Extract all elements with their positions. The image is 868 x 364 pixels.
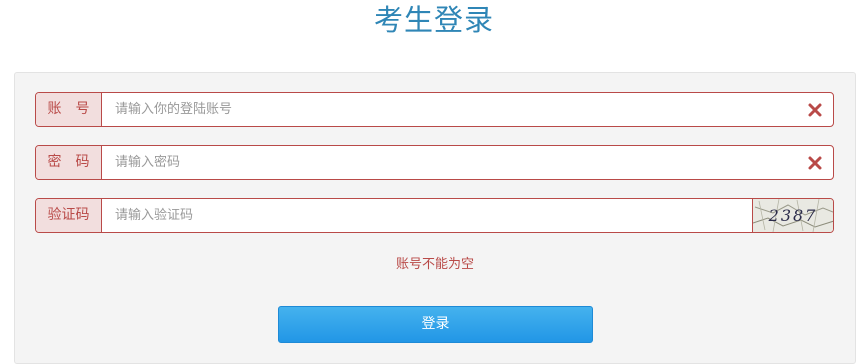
captcha-label: 验证码: [36, 199, 102, 232]
password-label: 密 码: [36, 146, 102, 179]
captcha-text: 2387: [768, 206, 818, 225]
account-field-group: 账 号: [35, 92, 834, 127]
login-panel: 账 号 密 码 验证码 2387 账号不能为空 登录: [14, 72, 856, 364]
password-input[interactable]: [103, 146, 789, 179]
error-message: 账号不能为空: [395, 257, 474, 272]
close-x-icon[interactable]: [805, 100, 825, 120]
password-field-group: 密 码: [35, 145, 834, 180]
captcha-image[interactable]: 2387: [752, 199, 833, 232]
account-label: 账 号: [36, 93, 102, 126]
captcha-field-group: 验证码 2387: [35, 198, 834, 233]
account-input[interactable]: [103, 93, 789, 126]
captcha-input[interactable]: [103, 199, 751, 232]
close-x-icon[interactable]: [805, 153, 825, 173]
page-title: 考生登录: [373, 3, 494, 37]
login-button[interactable]: 登录: [278, 306, 593, 343]
